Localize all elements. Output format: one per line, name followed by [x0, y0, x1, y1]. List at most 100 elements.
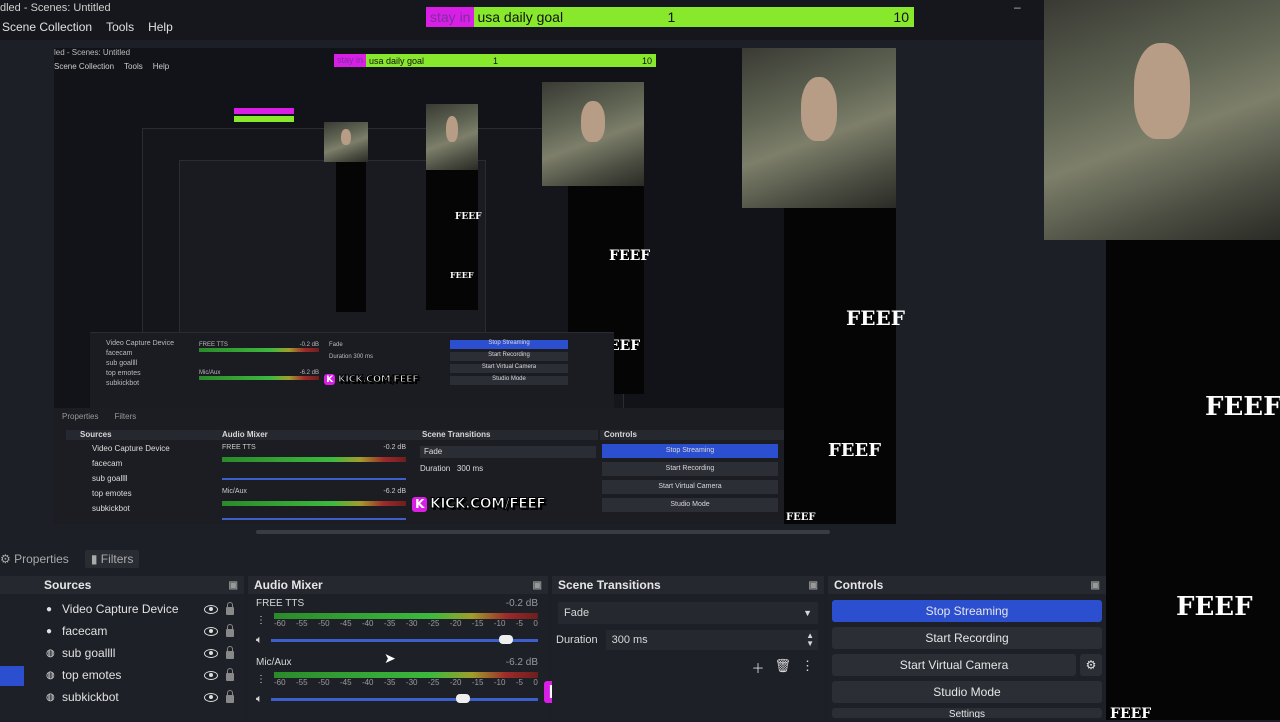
feef-emote: FEEF — [846, 306, 905, 330]
stream-preview[interactable]: led - Scenes: Untitled Scene Collection … — [54, 48, 784, 524]
meter-ticks: -60 -55 -50 -45 -40 -35 -30 -25 -20 -15 -10 -5 0 — [274, 619, 538, 628]
kebab-menu-icon[interactable]: ⋮ — [256, 674, 266, 685]
gear-icon[interactable]: ⚙ — [1080, 654, 1102, 676]
track-name: Mic/Aux — [256, 657, 292, 668]
gear-icon: ⚙ — [0, 552, 11, 566]
lock-icon[interactable] — [226, 690, 234, 703]
list-item[interactable]: ◍ subkickbot — [46, 686, 244, 708]
feef-emote: FEEF — [450, 270, 474, 280]
scene-transitions-header: Scene Transitions ▣ — [552, 576, 824, 594]
start-recording-button[interactable]: Start Recording — [832, 627, 1102, 649]
list-item[interactable]: ◍ top emotes — [46, 664, 244, 686]
scene-selected-marker — [0, 666, 24, 686]
mouse-cursor: ➤ — [384, 650, 396, 666]
globe-icon: ◍ — [46, 691, 55, 703]
goal-current: 1 — [667, 9, 676, 25]
meter-ticks: -60 -55 -50 -45 -40 -35 -30 -25 -20 -15 -10 -5 0 — [274, 678, 538, 687]
volume-slider-knob[interactable] — [498, 635, 513, 644]
track-db: -0.2 dB — [505, 598, 538, 609]
duration-input[interactable]: 300 ms ▲ ▼ — [605, 630, 818, 650]
eye-icon[interactable] — [204, 692, 218, 702]
globe-icon: ◍ — [46, 669, 55, 681]
eye-icon[interactable] — [204, 604, 218, 614]
nested-controls: Stop Streaming Start Recording Start Vir… — [450, 340, 568, 388]
nested-kick-overlay: K KICK.COM/FEEF — [324, 374, 420, 386]
list-item[interactable]: ● facecam — [46, 620, 244, 642]
goal-stay-label: stay in — [426, 7, 475, 27]
sources-header: Sources ▣ — [0, 576, 244, 594]
menu-tools[interactable]: Tools — [106, 20, 134, 34]
nested-tabs: Properties Filters — [62, 412, 137, 421]
menu-bar: Scene Collection Tools Help — [2, 20, 173, 34]
dock-float-icon[interactable]: ▣ — [1091, 580, 1100, 591]
preview-facecam — [742, 48, 896, 208]
volume-slider[interactable] — [270, 694, 538, 703]
camera-icon: ● — [46, 625, 53, 637]
preview-emote-panel — [784, 208, 896, 524]
settings-button[interactable]: Settings — [832, 708, 1102, 718]
dock-float-icon[interactable]: ▣ — [533, 580, 542, 591]
feef-emote: FEEF — [1205, 392, 1280, 422]
start-virtual-camera-button[interactable]: Start Virtual Camera — [832, 654, 1076, 676]
menu-scene-collection[interactable]: Scene Collection — [2, 20, 92, 34]
mixer-track: FREE TTS -0.2 dB ⋮ -60 -55 -50 -45 -40 -35 -30… — [248, 594, 548, 647]
nested-menu: Scene Collection Tools Help — [54, 62, 170, 71]
volume-slider-knob[interactable] — [456, 694, 471, 703]
nested-mixer-large: FREE TTS -0.2 dB Mic/Aux -6.2 dB — [222, 444, 406, 520]
eye-icon[interactable] — [204, 648, 218, 658]
lock-icon[interactable] — [226, 602, 234, 615]
nested-sources-header: Sources — [66, 430, 228, 440]
dock-float-icon[interactable]: ▣ — [229, 580, 238, 591]
audio-mixer-header: Audio Mixer ▣ — [248, 576, 548, 594]
stop-streaming-button[interactable]: Stop Streaming — [832, 600, 1102, 622]
controls-header: Controls ▣ — [828, 576, 1106, 594]
feef-emote: FEEF — [455, 212, 482, 222]
eye-icon[interactable] — [204, 670, 218, 680]
audio-mixer-dock: Audio Mixer ▣ FREE TTS -0.2 dB ⋮ -60 -55-… — [248, 576, 548, 720]
speaker-icon[interactable]: 🔈︎ — [256, 634, 263, 647]
nested-emote-panel-3 — [426, 170, 478, 310]
studio-mode-button[interactable]: Studio Mode — [832, 681, 1102, 703]
lock-icon[interactable] — [226, 646, 234, 659]
tab-properties[interactable]: ⚙ Properties — [0, 552, 69, 566]
kebab-menu-icon[interactable]: ⋮ — [801, 658, 814, 677]
speaker-icon[interactable]: 🔈︎ — [256, 693, 263, 706]
nested-emote-panel-4 — [336, 162, 366, 312]
dock-float-icon[interactable]: ▣ — [809, 580, 818, 591]
transition-toolbar: ＋ 🗑︎ ⋮ — [552, 658, 814, 677]
eye-icon[interactable] — [204, 626, 218, 636]
list-item[interactable]: ● Video Capture Device — [46, 598, 244, 620]
globe-icon: ◍ — [46, 647, 55, 659]
volume-slider[interactable] — [270, 635, 538, 644]
emote-panel — [1106, 240, 1280, 720]
facecam-video — [1044, 0, 1280, 240]
lock-icon[interactable] — [226, 624, 234, 637]
chevron-down-icon: ▼ — [803, 608, 812, 618]
transition-select[interactable]: Fade ▼ — [558, 602, 818, 624]
scene-transitions-dock: Scene Transitions ▣ Fade ▼ Duration 300 … — [552, 576, 824, 720]
nested-goal-bar: stay in usa daily goal 1 10 — [334, 54, 656, 67]
kebab-menu-icon[interactable]: ⋮ — [256, 615, 266, 626]
list-item[interactable]: ◍ sub goallll — [46, 642, 244, 664]
tab-filters[interactable]: ▮ Filters — [84, 550, 140, 568]
nested-kick-overlay-large: K KICK.COM/FEEF — [412, 496, 546, 513]
track-db: -6.2 dB — [505, 657, 538, 668]
feef-emote: FEEF — [1176, 592, 1253, 622]
preview-scrollbar[interactable] — [256, 530, 830, 534]
duration-row: Duration 300 ms ▲ ▼ — [556, 630, 818, 650]
track-name: FREE TTS — [256, 598, 305, 609]
lock-icon[interactable] — [226, 668, 234, 681]
camera-icon: ● — [46, 603, 53, 615]
stepper-icon[interactable]: ▲ ▼ — [806, 632, 814, 648]
trash-icon[interactable]: 🗑︎ — [774, 658, 791, 677]
goal-target: 10 — [893, 9, 909, 25]
sources-dock: Sources ▣ ● Video Capture Device ● facec… — [0, 576, 244, 720]
filter-icon: ▮ — [90, 552, 98, 566]
feef-emote: FEEF — [786, 512, 816, 523]
add-icon[interactable]: ＋ — [751, 658, 764, 677]
nested-facecam-2 — [542, 82, 644, 186]
minimize-button[interactable]: – — [1014, 0, 1021, 14]
mixer-track: Mic/Aux -6.2 dB ⋮ -60 -55 -50 -45 -40 -35 -30-… — [248, 647, 548, 706]
nested-facecam-3 — [426, 104, 478, 170]
menu-help[interactable]: Help — [148, 20, 173, 34]
